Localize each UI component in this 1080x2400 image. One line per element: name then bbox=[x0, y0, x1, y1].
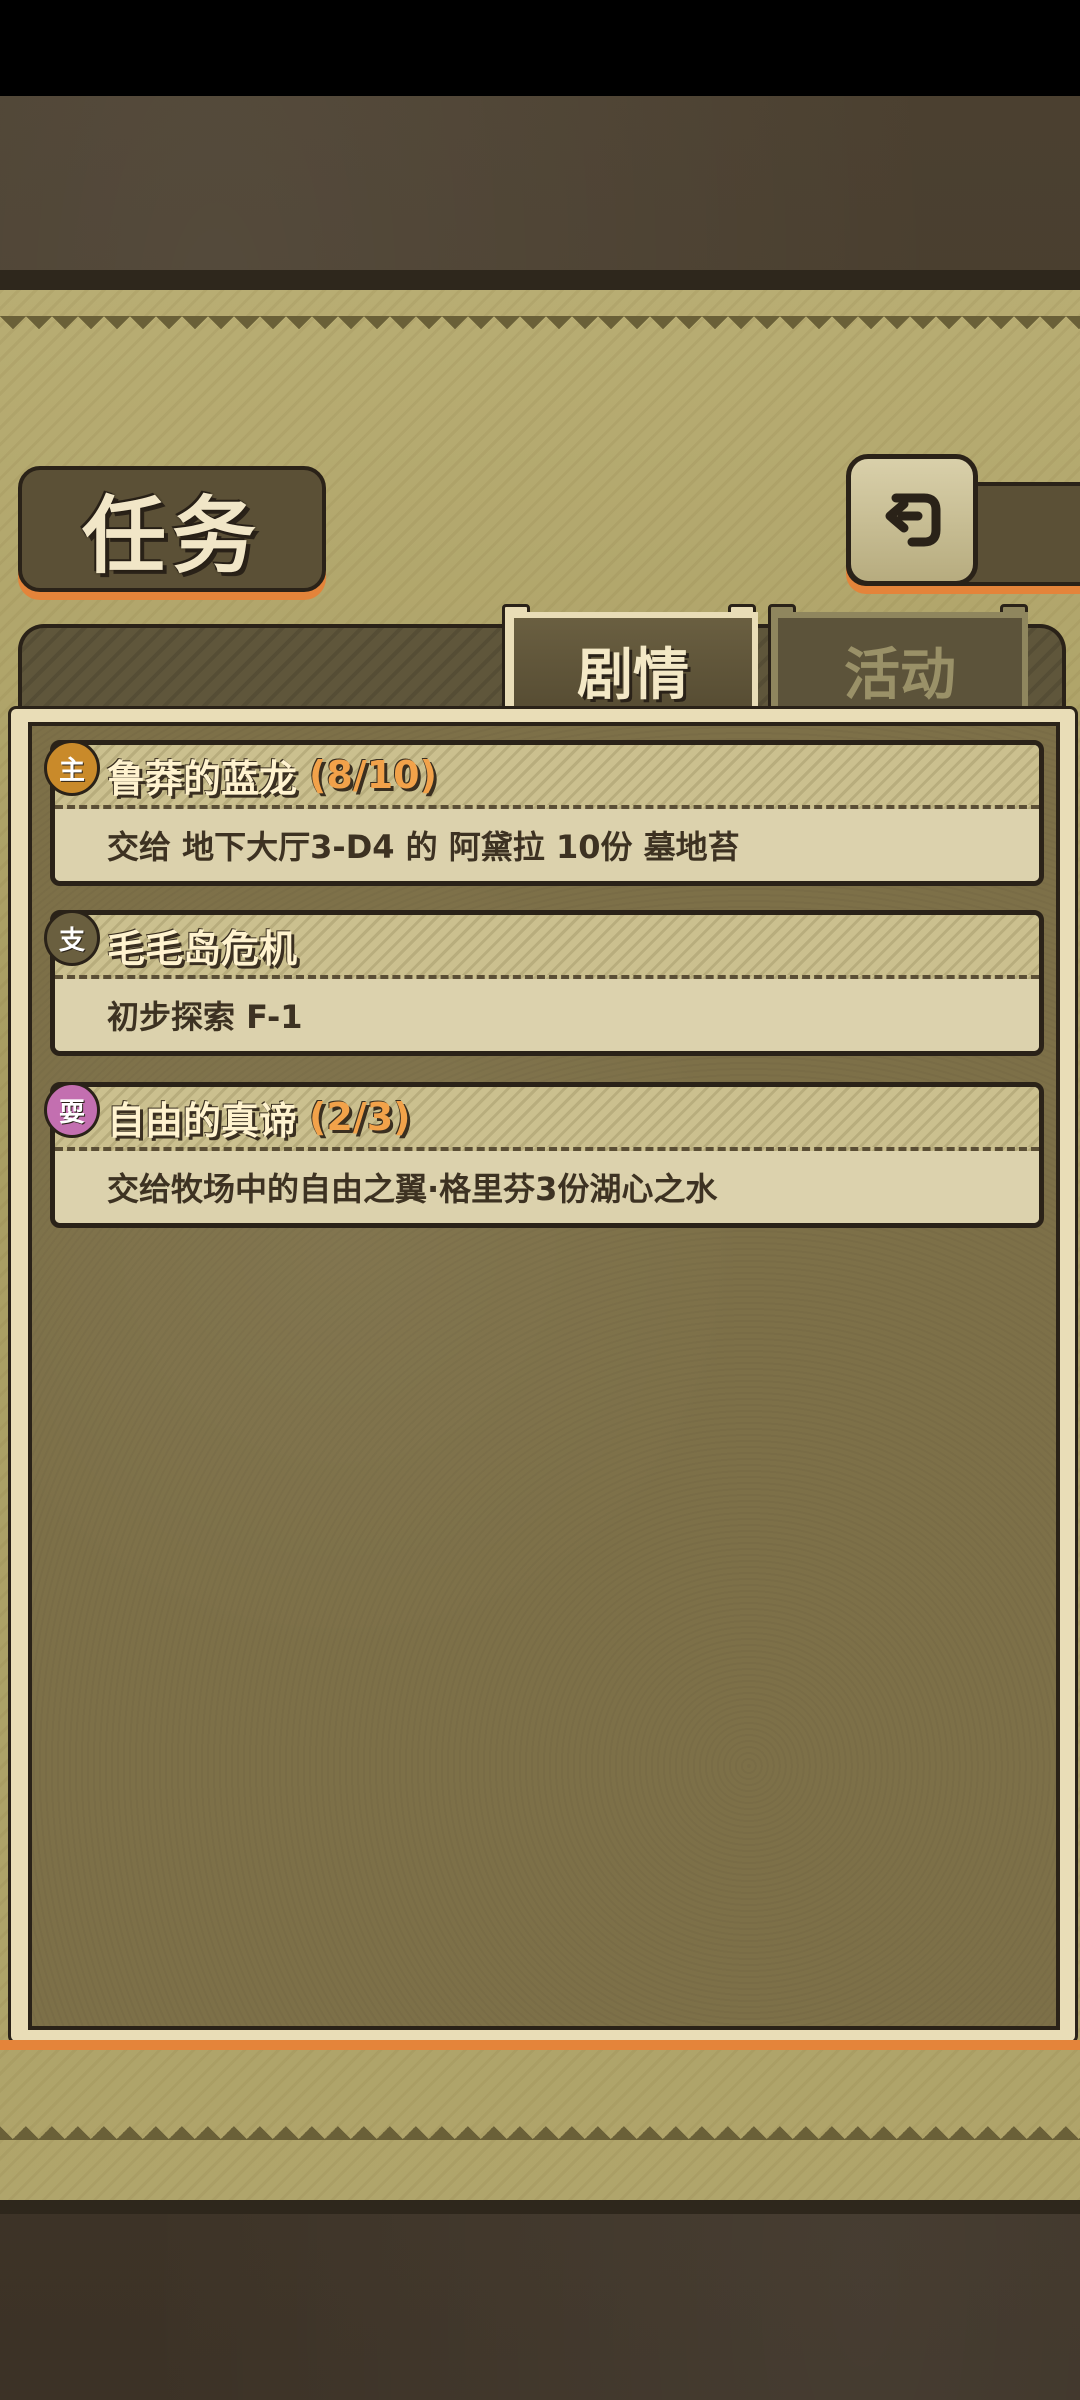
zigzag-edge-bottom bbox=[0, 2110, 1080, 2140]
quest-name: 毛毛岛危机 bbox=[107, 926, 298, 971]
back-button[interactable] bbox=[846, 454, 978, 586]
quest-description: 初步探索 F-1 bbox=[55, 979, 1039, 1051]
divider bbox=[0, 270, 1080, 290]
quest-description: 交给 地下大厅3-D4 的 阿黛拉 10份 墓地苔 bbox=[55, 809, 1039, 881]
quest-description: 交给牧场中的自由之翼·格里芬3份湖心之水 bbox=[55, 1151, 1039, 1223]
quest-progress: (2/3) bbox=[309, 1095, 411, 1139]
quest-header: 自由的真谛 (2/3) bbox=[55, 1087, 1039, 1151]
back-arrow-icon bbox=[885, 493, 941, 547]
play-quest-badge-icon: 耍 bbox=[44, 1082, 100, 1138]
quest-name: 自由的真谛 bbox=[107, 1098, 298, 1143]
title-plate: 任务 bbox=[18, 466, 326, 592]
status-bar bbox=[0, 0, 1080, 96]
quest-item-play[interactable]: 自由的真谛 (2/3) 交给牧场中的自由之翼·格里芬3份湖心之水 bbox=[50, 1082, 1044, 1228]
quest-item-main[interactable]: 鲁莽的蓝龙 (8/10) 交给 地下大厅3-D4 的 阿黛拉 10份 墓地苔 bbox=[50, 740, 1044, 886]
page-title: 任务 bbox=[81, 486, 262, 585]
quest-progress: (8/10) bbox=[309, 753, 437, 797]
quest-name: 鲁莽的蓝龙 bbox=[107, 756, 298, 801]
divider bbox=[0, 2200, 1080, 2214]
quest-header: 毛毛岛危机 bbox=[55, 915, 1039, 979]
quest-header: 鲁莽的蓝龙 (8/10) bbox=[55, 745, 1039, 809]
zigzag-edge-top bbox=[0, 316, 1080, 342]
main-quest-badge-icon: 主 bbox=[44, 740, 100, 796]
side-quest-badge-icon: 支 bbox=[44, 910, 100, 966]
accent-strip bbox=[0, 2040, 1080, 2050]
quest-item-side[interactable]: 毛毛岛危机 初步探索 F-1 bbox=[50, 910, 1044, 1056]
